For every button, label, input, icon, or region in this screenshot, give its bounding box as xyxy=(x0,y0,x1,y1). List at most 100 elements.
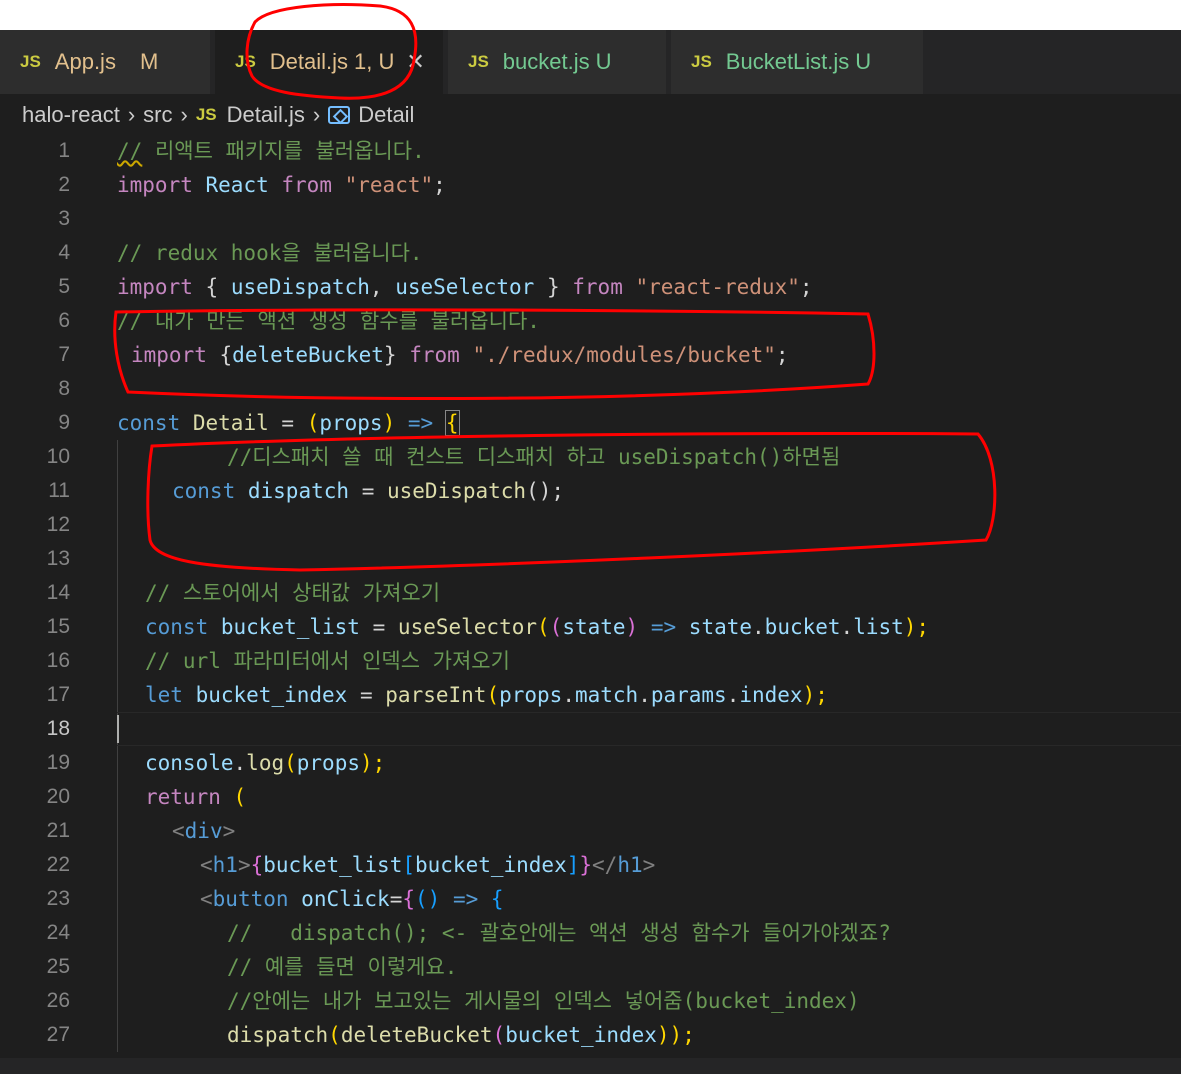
code-line: 24 // dispatch(); <- 괄호안에는 액션 생성 함수가 들어가… xyxy=(0,916,1181,950)
line-number: 10 xyxy=(46,445,70,468)
tab-bucketlist-js[interactable]: JS BucketList.js U xyxy=(671,30,923,94)
bracket-token: ( xyxy=(537,615,550,639)
breadcrumb-folder[interactable]: halo-react xyxy=(22,102,120,128)
bracket-token: { xyxy=(250,853,264,877)
line-number: 18 xyxy=(46,717,70,740)
function-token: useDispatch xyxy=(387,479,527,503)
punct-token: < xyxy=(200,887,213,911)
tab-label: Detail.js xyxy=(269,49,349,74)
code-line: 14 // 스토어에서 상태값 가져오기 xyxy=(0,576,1181,610)
punct-token: < xyxy=(200,853,213,877)
string-token: "react-redux" xyxy=(635,275,800,299)
punct-token: ; xyxy=(799,275,813,299)
tab-app-js[interactable]: JS App.js M xyxy=(0,30,210,94)
function-token: deleteBucket xyxy=(340,1023,493,1047)
code-line: 1 // 리액트 패키지를 불러옵니다. xyxy=(0,134,1181,168)
close-icon[interactable]: ✕ xyxy=(406,49,424,75)
identifier-token: React xyxy=(205,173,269,197)
punct-token: . xyxy=(638,683,651,707)
attribute-token: onClick xyxy=(301,887,390,911)
code-line: 12 xyxy=(0,508,1181,542)
code-line: 8 xyxy=(0,372,1181,406)
identifier-token: bucket xyxy=(764,615,841,639)
window-top-strip xyxy=(0,0,1181,30)
line-number: 3 xyxy=(58,207,70,230)
comment-token: // redux hook을 불러옵니다. xyxy=(117,241,423,265)
function-token: dispatch xyxy=(227,1023,329,1047)
string-token: "react" xyxy=(344,173,434,197)
punct-token: > xyxy=(222,819,236,843)
bracket-token: } xyxy=(579,853,593,877)
punct-token: </ xyxy=(592,853,618,877)
keyword-token: from xyxy=(409,343,460,367)
line-number: 6 xyxy=(58,309,70,332)
code-line: 26 //안에는 내가 보고있는 게시물의 인덱스 넣어줌(bucket_ind… xyxy=(0,984,1181,1018)
bracket-token: ( xyxy=(233,785,247,809)
code-line: 13 xyxy=(0,542,1181,576)
line-number: 5 xyxy=(58,275,70,298)
identifier-token: props xyxy=(319,411,383,435)
function-token: useSelector xyxy=(397,615,537,639)
breadcrumb-file[interactable]: Detail.js xyxy=(227,102,305,128)
code-line: 6 // 내가 만든 액션 생성 함수를 불러옵니다. xyxy=(0,304,1181,338)
code-line: 3 xyxy=(0,202,1181,236)
comment-token: //안에는 내가 보고있는 게시물의 인덱스 넣어줌(bucket_index) xyxy=(227,989,860,1013)
bracket-token: ] xyxy=(566,853,580,877)
line-number: 8 xyxy=(58,377,70,400)
comment-token: // xyxy=(117,139,143,163)
tab-problem-status: 1, U xyxy=(354,49,395,74)
line-number: 7 xyxy=(58,343,70,366)
horizontal-scrollbar-track[interactable] xyxy=(0,1058,1181,1074)
code-line: 21 <div> xyxy=(0,814,1181,848)
line-number: 12 xyxy=(46,513,70,536)
line-number: 21 xyxy=(46,819,70,842)
identifier-token: state xyxy=(688,615,753,639)
punct-token: } xyxy=(383,343,397,367)
line-number: 13 xyxy=(46,547,70,570)
tab-bucket-js[interactable]: JS bucket.js U xyxy=(448,30,666,94)
tab-label: bucket.js xyxy=(502,49,590,74)
line-number: 27 xyxy=(46,1023,70,1046)
identifier-token: Detail xyxy=(192,411,269,435)
breadcrumb: halo-react › src › JS Detail.js › Detail xyxy=(22,98,414,132)
punct-token: . xyxy=(726,683,740,707)
identifier-token: useDispatch xyxy=(230,275,370,299)
comment-token: // 내가 만든 액션 생성 함수를 불러옵니다. xyxy=(117,309,540,333)
tab-label: BucketList.js xyxy=(725,49,850,74)
bracket-token: ); xyxy=(903,615,930,639)
operator-token: = xyxy=(281,411,295,435)
operator-token: = xyxy=(372,615,386,639)
tab-label: App.js xyxy=(54,49,116,74)
keyword-token: from xyxy=(572,275,623,299)
punct-token: , xyxy=(369,275,383,299)
js-file-icon: JS xyxy=(235,52,256,71)
tab-detail-js[interactable]: JS Detail.js 1, U ✕ xyxy=(215,30,443,94)
operator-token: = xyxy=(389,887,403,911)
keyword-token: const xyxy=(117,411,181,435)
breadcrumb-symbol[interactable]: Detail xyxy=(358,102,414,128)
identifier-token: index xyxy=(739,683,803,707)
identifier-token: props xyxy=(296,751,360,775)
tag-token: h1 xyxy=(617,853,643,877)
js-file-icon: JS xyxy=(468,52,489,71)
line-number: 24 xyxy=(46,921,70,944)
code-editor[interactable]: 1 // 리액트 패키지를 불러옵니다. 2 import React from… xyxy=(0,134,1181,1058)
identifier-token: deleteBucket xyxy=(232,343,384,367)
tab-git-status: M xyxy=(139,49,159,74)
line-number: 17 xyxy=(46,683,70,706)
punct-token: . xyxy=(233,751,247,775)
keyword-token: const xyxy=(145,615,209,639)
operator-token: => xyxy=(650,615,677,639)
keyword-token: import xyxy=(117,275,193,299)
text-cursor xyxy=(117,715,119,743)
editor-tab-bar: JS App.js M JS Detail.js 1, U ✕ JS bucke… xyxy=(0,30,1181,94)
operator-token: = xyxy=(361,479,375,503)
bracket-token: ( xyxy=(549,615,563,639)
tag-token: button xyxy=(212,887,289,911)
breadcrumb-src[interactable]: src xyxy=(143,102,172,128)
comment-token: // dispatch(); <- 괄호안에는 액션 생성 함수가 들어가야겠죠… xyxy=(227,921,891,945)
code-line-current: 18 xyxy=(0,712,1181,746)
code-line: 23 <button onClick={() => { xyxy=(0,882,1181,916)
code-line: 2 import React from "react"; xyxy=(0,168,1181,202)
identifier-token: bucket_index xyxy=(195,683,348,707)
